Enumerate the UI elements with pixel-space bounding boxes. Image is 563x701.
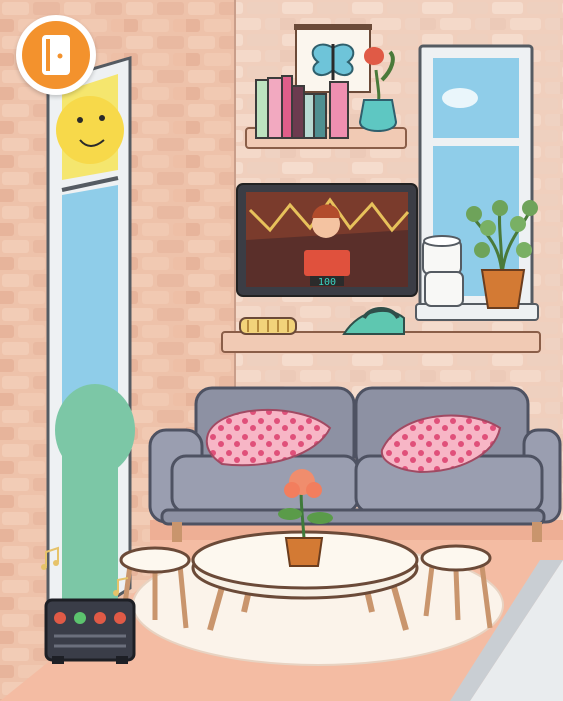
hair-brush[interactable] [239, 317, 297, 335]
tv-score-text: 100 [318, 277, 336, 288]
door-exit-icon [42, 35, 70, 75]
music-speaker[interactable] [44, 598, 136, 664]
sofa[interactable] [148, 386, 562, 542]
exit-button[interactable] [16, 15, 96, 95]
toilet-paper[interactable] [422, 235, 464, 307]
exit-button-inner [22, 21, 90, 89]
wall-tv[interactable]: 100 [236, 183, 418, 297]
left-window [46, 55, 135, 643]
books[interactable] [255, 75, 349, 139]
room-scene: 100 [0, 0, 563, 701]
